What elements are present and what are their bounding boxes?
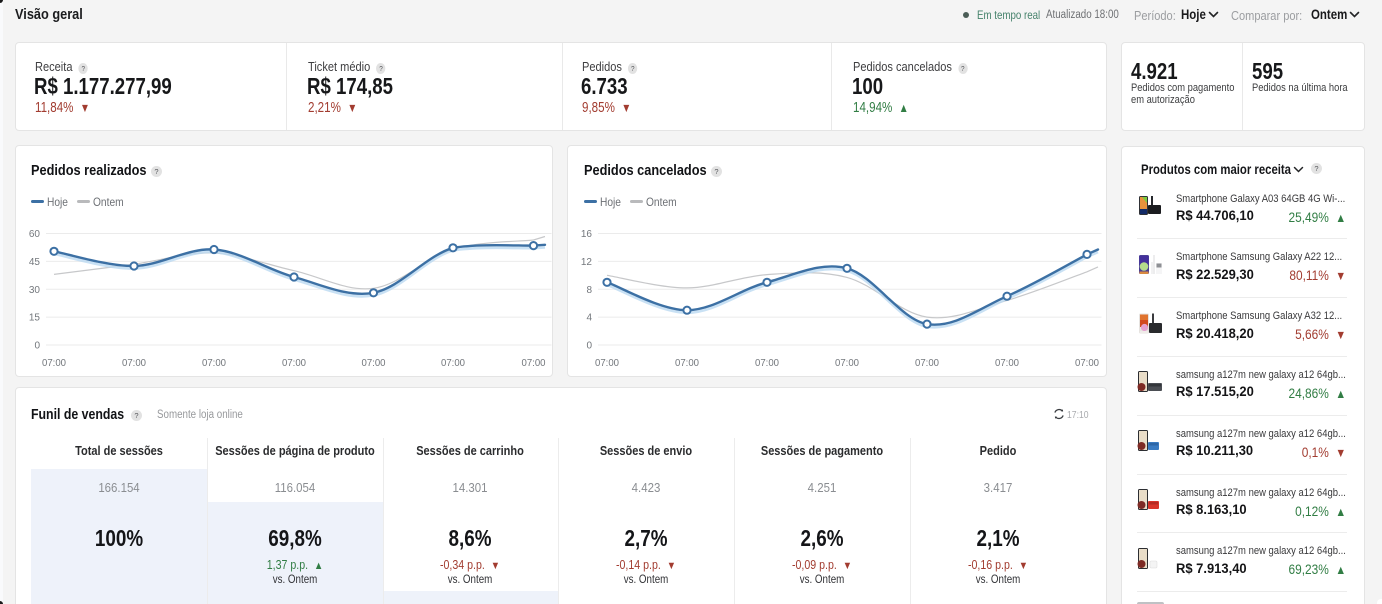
svg-text:07:00: 07:00: [915, 358, 939, 369]
svg-text:07:00: 07:00: [362, 358, 386, 369]
svg-text:07:00: 07:00: [755, 358, 779, 369]
svg-text:0: 0: [586, 341, 592, 352]
svg-text:60: 60: [29, 229, 41, 240]
svg-text:07:00: 07:00: [202, 358, 226, 369]
svg-text:16: 16: [581, 229, 593, 240]
svg-text:07:00: 07:00: [1075, 358, 1099, 369]
svg-text:15: 15: [29, 313, 41, 324]
svg-text:30: 30: [29, 285, 41, 296]
svg-text:07:00: 07:00: [835, 358, 859, 369]
svg-text:45: 45: [29, 257, 41, 268]
svg-text:07:00: 07:00: [595, 358, 619, 369]
svg-text:0: 0: [34, 341, 40, 352]
svg-text:8: 8: [586, 285, 592, 296]
svg-text:07:00: 07:00: [522, 358, 546, 369]
svg-text:4: 4: [586, 313, 592, 324]
svg-text:07:00: 07:00: [441, 358, 465, 369]
svg-text:12: 12: [581, 257, 593, 268]
svg-text:07:00: 07:00: [42, 358, 66, 369]
svg-text:07:00: 07:00: [122, 358, 146, 369]
svg-text:07:00: 07:00: [282, 358, 306, 369]
svg-text:07:00: 07:00: [675, 358, 699, 369]
svg-text:07:00: 07:00: [995, 358, 1019, 369]
